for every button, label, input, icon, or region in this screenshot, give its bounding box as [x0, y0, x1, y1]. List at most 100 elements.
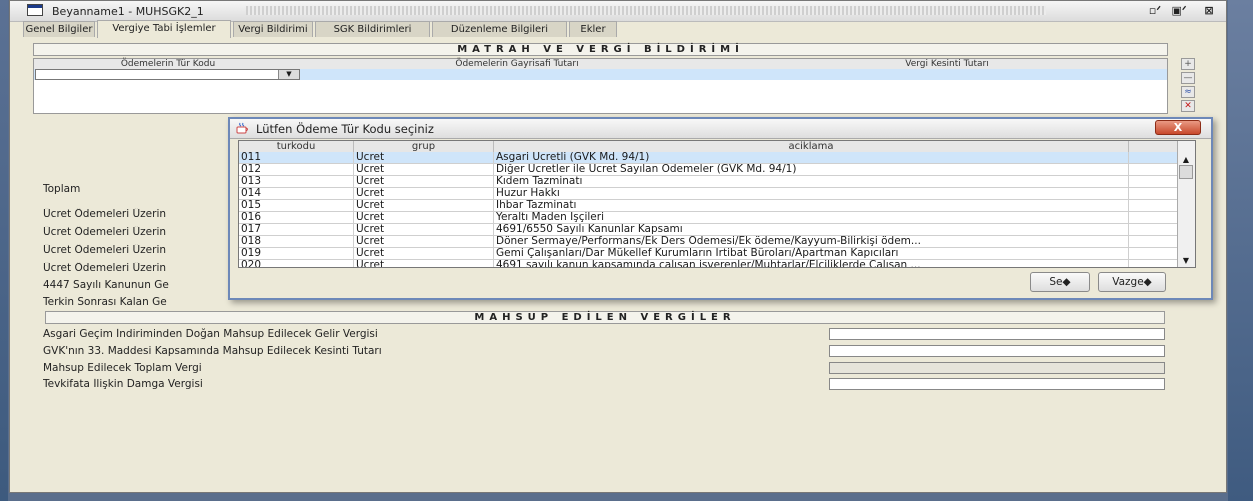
tab-duzenleme-bilgileri[interactable]: Düzenleme Bilgileri	[432, 21, 567, 37]
table-row[interactable]: 019 Ücret Gemi Çalışanları/Dar Mükellef …	[239, 248, 1179, 260]
tab-label: Vergi Bildirimi	[238, 24, 308, 35]
toplam-label: Toplam	[43, 183, 81, 195]
tab-ekler[interactable]: Ekler	[569, 21, 617, 37]
cell-grup: Ücret	[354, 176, 494, 187]
cell-grup: Ücret	[354, 188, 494, 199]
desktop-right-edge	[1228, 0, 1253, 501]
cell-turkodu: 019	[239, 248, 354, 259]
table-row[interactable]: 015 Ücret İhbar Tazminatı	[239, 200, 1179, 212]
cell-grup: Ücret	[354, 236, 494, 247]
tab-genel-bilgiler[interactable]: Genel Bilgiler	[23, 21, 95, 37]
chevron-down-icon[interactable]: ▼	[278, 70, 299, 79]
java-cup-icon	[236, 122, 248, 134]
dialog-title: Lütfen Ödeme Tür Kodu seçiniz	[256, 122, 434, 136]
add-row-button[interactable]: +	[1181, 58, 1195, 70]
cell-aciklama: Kıdem Tazminatı	[494, 176, 1129, 187]
edit-row-button[interactable]: ≈	[1181, 86, 1195, 98]
asgari-gecim-input[interactable]	[829, 328, 1165, 340]
table-row[interactable]: 018 Ücret Döner Sermaye/Performans/Ek De…	[239, 236, 1179, 248]
left-label-6: Terkin Sonrası Kalan Ge	[43, 296, 167, 308]
title-bar[interactable]: Beyanname1 - MUHSGK2_1 ▫ᐟ ▣ᐟ ⊠	[10, 1, 1226, 22]
tab-vergi-bildirimi[interactable]: Vergi Bildirimi	[233, 21, 313, 37]
window-title: Beyanname1 - MUHSGK2_1	[52, 5, 204, 18]
tab-label: Vergiye Tabi İşlemler	[112, 23, 216, 34]
table-row[interactable]: 016 Ücret Yeraltı Maden İşçileri	[239, 212, 1179, 224]
mahsup-label-toplam-vergi: Mahsup Edilecek Toplam Vergi	[43, 362, 202, 374]
table-row[interactable]: 014 Ücret Huzur Hakkı	[239, 188, 1179, 200]
mahsup-section-title: MAHSUP EDİLEN VERGİLER	[45, 311, 1165, 324]
cell-grup: Ücret	[354, 224, 494, 235]
cell-aciklama: Asgari Ücretli (GVK Md. 94/1)	[494, 152, 1129, 163]
matrah-section-title: MATRAH VE VERGİ BİLDİRİMİ	[33, 43, 1168, 56]
window-app-icon	[27, 4, 43, 16]
cell-turkodu: 015	[239, 200, 354, 211]
cell-aciklama: 4691 sayılı kanun kapsamında çalışan işv…	[494, 260, 1129, 267]
cell-grup: Ücret	[354, 212, 494, 223]
maximize-button[interactable]: ▣ᐟ	[1170, 3, 1188, 18]
dialog-title-bar[interactable]: Lütfen Ödeme Tür Kodu seçiniz X	[230, 119, 1211, 139]
tur-kodu-combo[interactable]: ▼	[35, 69, 300, 80]
cell-aciklama: Diğer Ücretler ile Ücret Sayılan Ödemele…	[494, 164, 1129, 175]
remove-row-button[interactable]: —	[1181, 72, 1195, 84]
column-header-turkodu[interactable]: turkodu	[239, 141, 354, 152]
scroll-up-icon[interactable]: ▲	[1178, 155, 1194, 165]
dialog-close-button[interactable]: X	[1155, 120, 1201, 135]
table-scrollbar[interactable]: ▲ ▼	[1177, 141, 1195, 267]
cell-aciklama: Gemi Çalışanları/Dar Mükellef Kurumların…	[494, 248, 1129, 259]
cell-aciklama: Yeraltı Maden İşçileri	[494, 212, 1129, 223]
tur-kodu-table: turkodu grup aciklama 011 Ücret Asgari Ü…	[238, 140, 1196, 268]
tab-vergiye-tabi-islemler[interactable]: Vergiye Tabi İşlemler	[97, 20, 231, 38]
select-button[interactable]: Se◆	[1030, 272, 1090, 292]
desktop-left-edge	[0, 0, 8, 501]
damga-vergisi-input[interactable]	[829, 378, 1165, 390]
table-row[interactable]: 012 Ücret Diğer Ücretler ile Ücret Sayıl…	[239, 164, 1179, 176]
matrah-grid: Ödemelerin Tür Kodu Ödemelerin Gayrisafi…	[33, 58, 1168, 114]
cell-aciklama: 4691/6550 Sayılı Kanunlar Kapsamı	[494, 224, 1129, 235]
restore-button[interactable]: ▫ᐟ	[1146, 3, 1164, 18]
gvk33-input[interactable]	[829, 345, 1165, 357]
cell-turkodu: 014	[239, 188, 354, 199]
column-header-aciklama[interactable]: aciklama	[494, 141, 1129, 152]
delete-row-button[interactable]: ✕	[1181, 100, 1195, 112]
cell-turkodu: 012	[239, 164, 354, 175]
left-label-4: Ücret Ödemeleri Üzerin	[43, 262, 167, 274]
column-header-grup[interactable]: grup	[354, 141, 494, 152]
tur-kodu-dialog: Lütfen Ödeme Tür Kodu seçiniz X turkodu …	[228, 117, 1213, 300]
column-header-kesinti[interactable]: Vergi Kesinti Tutarı	[732, 59, 1162, 69]
scrollbar-thumb[interactable]	[1179, 165, 1193, 179]
tab-sgk-bildirimleri[interactable]: SGK Bildirimleri	[315, 21, 430, 37]
table-row[interactable]: 020 Ücret 4691 sayılı kanun kapsamında ç…	[239, 260, 1179, 267]
cancel-button[interactable]: Vazge◆	[1098, 272, 1166, 292]
left-label-1: Ücret Ödemeleri Üzerin	[43, 208, 167, 220]
cell-turkodu: 020	[239, 260, 354, 267]
cell-turkodu: 016	[239, 212, 354, 223]
tab-label: SGK Bildirimleri	[333, 24, 412, 35]
mahsup-label-damga-vergisi: Tevkifata İlişkin Damga Vergisi	[43, 378, 203, 390]
cell-turkodu: 017	[239, 224, 354, 235]
scroll-down-icon[interactable]: ▼	[1178, 256, 1194, 266]
left-label-2: Ücret Ödemeleri Üzerin	[43, 226, 167, 238]
column-header-gayrisafi[interactable]: Ödemelerin Gayrisafi Tutarı	[302, 59, 732, 69]
cell-grup: Ücret	[354, 152, 494, 163]
table-row[interactable]: 011 Ücret Asgari Ücretli (GVK Md. 94/1)	[239, 152, 1179, 164]
column-header-tur-kodu[interactable]: Ödemelerin Tür Kodu	[34, 59, 302, 69]
cell-turkodu: 013	[239, 176, 354, 187]
cell-grup: Ücret	[354, 164, 494, 175]
tab-label: Genel Bilgiler	[25, 24, 93, 35]
left-label-5: 4447 Sayılı Kanunun Ge	[43, 279, 169, 291]
table-row[interactable]: 017 Ücret 4691/6550 Sayılı Kanunlar Kaps…	[239, 224, 1179, 236]
matrah-grid-row[interactable]: ▼	[34, 69, 1167, 80]
toplam-vergi-input	[829, 362, 1165, 374]
table-row[interactable]: 013 Ücret Kıdem Tazminatı	[239, 176, 1179, 188]
cell-aciklama: İhbar Tazminatı	[494, 200, 1129, 211]
tab-label: Düzenleme Bilgileri	[450, 24, 549, 35]
mahsup-label-asgari-gecim: Asgari Geçim İndiriminden Doğan Mahsup E…	[43, 328, 378, 340]
left-label-3: Ücret Ödemeleri Üzerin	[43, 244, 167, 256]
cell-aciklama: Döner Sermaye/Performans/Ek Ders Ödemesi…	[494, 236, 1129, 247]
close-button[interactable]: ⊠	[1200, 3, 1218, 18]
mahsup-label-gvk33: GVK'nın 33. Maddesi Kapsamında Mahsup Ed…	[43, 345, 382, 357]
cell-grup: Ücret	[354, 260, 494, 267]
cell-turkodu: 018	[239, 236, 354, 247]
cell-grup: Ücret	[354, 200, 494, 211]
cell-turkodu: 011	[239, 152, 354, 163]
